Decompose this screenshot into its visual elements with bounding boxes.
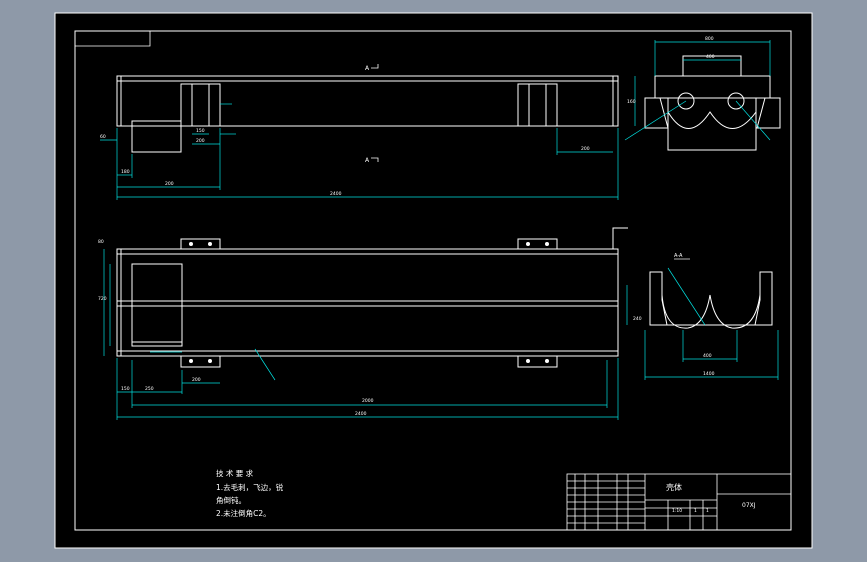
dim-plan-c: 200 xyxy=(192,377,201,383)
dim-front-a: 180 xyxy=(121,169,130,175)
dim-front-c: 150 xyxy=(196,128,205,134)
notes-line2: 角倒钝。 xyxy=(216,495,246,505)
dim-plan-total: 2400 xyxy=(355,411,367,417)
title-scale: 1:10 xyxy=(672,508,682,514)
title-part-name: 壳体 xyxy=(666,482,682,492)
title-sheet: 1 xyxy=(694,508,697,514)
dim-front-b: 200 xyxy=(165,181,174,187)
dim-plan-small: 80 xyxy=(98,239,104,245)
cad-drawing-canvas: A A 60 180 200 150 200 200 2400 800 160 … xyxy=(54,12,813,549)
notes-line1: 1.去毛刺，飞边，锐 xyxy=(216,482,284,492)
notes-line3: 2.未注倒角C2。 xyxy=(216,508,271,518)
section-title: A-A xyxy=(674,253,683,259)
dim-side-right: 400 xyxy=(706,54,715,60)
dim-front-e: 200 xyxy=(581,146,590,152)
title-drawing-no: 07XJ xyxy=(742,502,756,509)
dim-front-d: 200 xyxy=(196,138,205,144)
title-qty: 1 xyxy=(706,508,709,514)
dim-plan-a: 150 xyxy=(121,386,130,392)
dim-sec-inner: 400 xyxy=(703,353,712,359)
dim-front-total: 2400 xyxy=(330,191,342,197)
dim-sec-height: 240 xyxy=(633,316,642,322)
dim-plan-height: 720 xyxy=(98,296,107,302)
dim-front-left: 60 xyxy=(100,134,106,140)
dim-plan-b: 250 xyxy=(145,386,154,392)
drawing-sheet xyxy=(54,12,813,549)
dim-sec-total: 1400 xyxy=(703,371,715,377)
dim-side-height: 160 xyxy=(627,99,636,105)
notes-heading: 技 术 要 求 xyxy=(216,468,254,478)
dim-plan-mid: 2000 xyxy=(362,398,374,404)
dim-side-width: 800 xyxy=(705,36,714,42)
